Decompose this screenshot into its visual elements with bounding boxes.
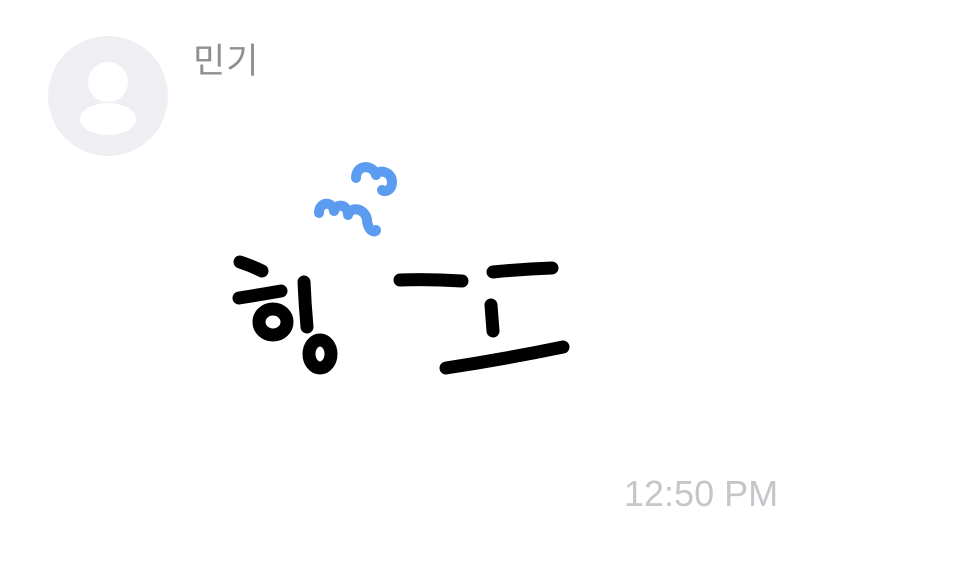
timestamp: 12:50 PM [624,473,779,514]
handwritten-sticker-icon[interactable] [0,0,961,567]
